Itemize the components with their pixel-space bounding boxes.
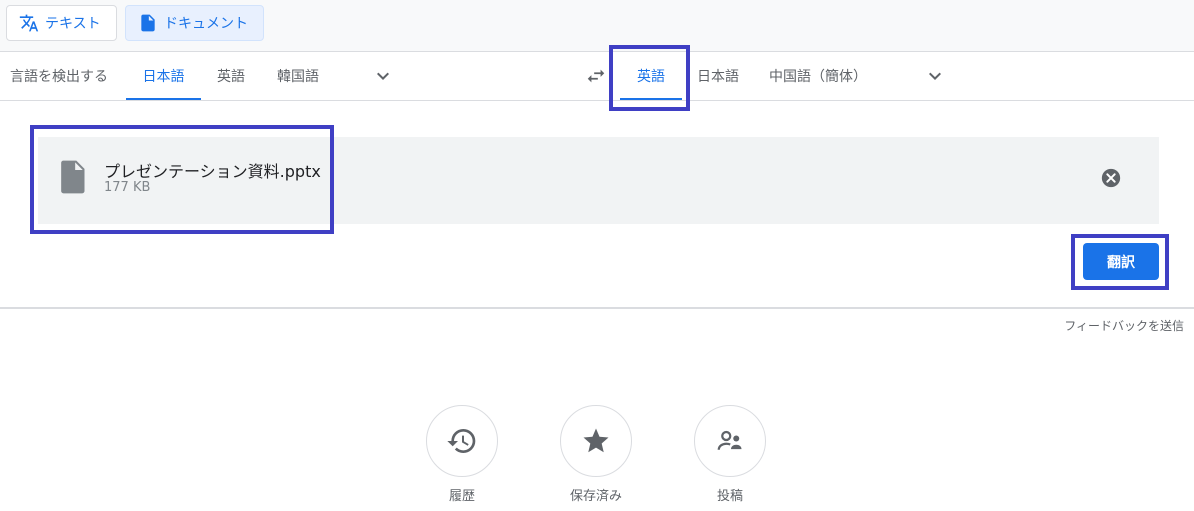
target-tab-label: 英語	[637, 69, 665, 85]
document-icon	[141, 14, 155, 32]
detect-language-label: 言語を検出する	[10, 69, 108, 85]
translate-button[interactable]: 翻訳	[1083, 243, 1159, 280]
text-mode-button[interactable]: テキスト	[6, 5, 117, 41]
document-mode-button[interactable]: ドキュメント	[125, 5, 264, 41]
contribute-icon	[717, 430, 742, 450]
mode-bar: テキスト ドキュメント	[0, 0, 1194, 52]
target-tab-label: 中国語（簡体）	[769, 69, 867, 85]
target-tab-japanese[interactable]: 日本語	[688, 52, 748, 100]
saved-button[interactable]	[560, 405, 632, 477]
target-tab-label: 日本語	[697, 69, 739, 85]
history-label: 履歴	[448, 489, 475, 504]
translate-button-label: 翻訳	[1107, 254, 1135, 271]
saved-label: 保存済み	[569, 489, 622, 504]
target-more-chevron-down-icon[interactable]	[923, 64, 947, 88]
translate-icon	[19, 14, 39, 32]
remove-file-close-icon[interactable]	[1100, 167, 1122, 189]
file-name: プレゼンテーション資料.pptx	[104, 162, 321, 181]
source-tab-japanese[interactable]: 日本語	[126, 52, 201, 100]
target-tab-chinese-simplified[interactable]: 中国語（簡体）	[760, 52, 876, 100]
target-tab-english[interactable]: 英語	[620, 52, 682, 100]
send-feedback-link[interactable]: フィードバックを送信	[1064, 317, 1184, 334]
text-mode-label: テキスト	[45, 16, 101, 32]
file-size: 177 KB	[104, 180, 151, 195]
source-tab-english[interactable]: 英語	[205, 52, 257, 100]
history-button[interactable]	[426, 405, 498, 477]
contribute-button[interactable]	[694, 405, 766, 477]
contribute-label: 投稿	[716, 489, 743, 504]
star-icon	[583, 428, 609, 453]
source-tab-korean[interactable]: 韓国語	[265, 52, 331, 100]
detect-language-tab[interactable]: 言語を検出する	[0, 52, 118, 100]
history-icon	[447, 429, 476, 453]
section-divider	[0, 307, 1194, 309]
source-tab-label: 韓国語	[277, 69, 319, 85]
source-tab-label: 英語	[217, 69, 245, 85]
document-mode-label: ドキュメント	[164, 16, 248, 32]
language-bar: 言語を検出する 日本語 英語 韓国語 英語 日本語 中国語（簡体）	[0, 52, 1194, 101]
source-tab-label: 日本語	[142, 69, 185, 85]
swap-languages-icon[interactable]	[584, 64, 608, 88]
file-icon	[60, 160, 88, 194]
source-more-chevron-down-icon[interactable]	[371, 64, 395, 88]
